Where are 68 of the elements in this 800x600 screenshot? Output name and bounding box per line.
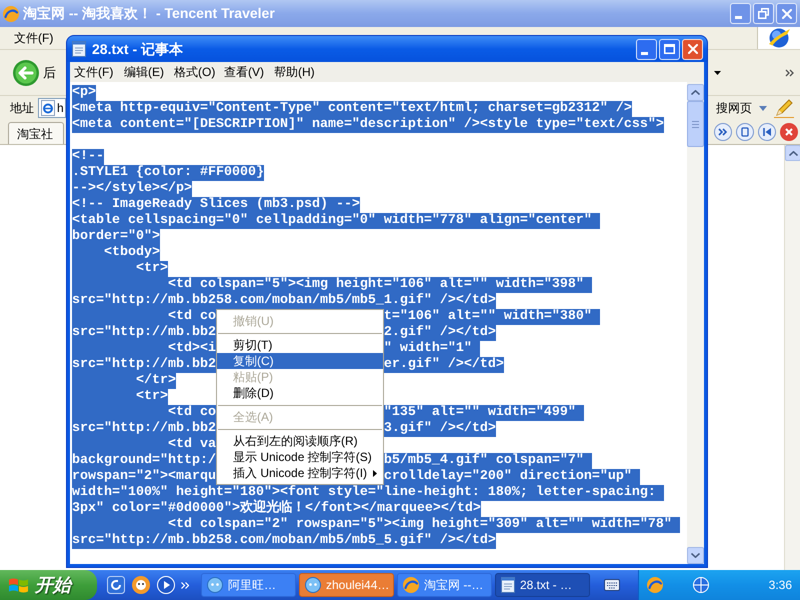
close-icon bbox=[782, 8, 792, 18]
taskbar-button[interactable]: 28.txt - … bbox=[495, 573, 590, 597]
close-button[interactable] bbox=[682, 38, 703, 60]
maximize-button[interactable] bbox=[659, 38, 680, 60]
chevron-up-icon bbox=[691, 90, 700, 95]
tab[interactable]: 淘宝社 bbox=[8, 122, 64, 144]
page-icon bbox=[40, 100, 56, 116]
swirl-logo-icon bbox=[3, 6, 19, 22]
swirl-logo-icon[interactable] bbox=[647, 577, 663, 593]
window-title: 淘宝网 -- 淘我喜欢！ - Tencent Traveler bbox=[23, 4, 275, 23]
window-title: 28.txt - 记事本 bbox=[92, 40, 184, 58]
close-button[interactable] bbox=[776, 3, 797, 24]
menu-item[interactable]: 编辑(E) bbox=[122, 63, 172, 81]
scroll-down-button[interactable] bbox=[687, 547, 704, 564]
taskbar-button[interactable]: 阿里旺… bbox=[201, 573, 296, 597]
vertical-scrollbar[interactable] bbox=[687, 82, 704, 564]
restore-icon bbox=[758, 8, 769, 19]
address-label: 地址 bbox=[10, 100, 34, 117]
triangle-down-icon[interactable] bbox=[714, 70, 721, 74]
search-engine-button[interactable]: 搜网页 bbox=[716, 99, 752, 117]
grip-icon bbox=[692, 120, 699, 128]
back-arrow-icon bbox=[13, 60, 39, 86]
menu-item[interactable]: 插入 Unicode 控制字符(I) bbox=[217, 465, 383, 481]
face-icon bbox=[305, 577, 321, 593]
menu-item[interactable]: 剪切(T) bbox=[217, 337, 383, 353]
chevrons-right-icon[interactable] bbox=[785, 68, 794, 76]
windows-logo-icon bbox=[9, 576, 28, 594]
close-icon[interactable] bbox=[780, 123, 798, 141]
vertical-scrollbar[interactable] bbox=[784, 145, 800, 570]
pencil-icon[interactable] bbox=[774, 98, 794, 118]
triangle-right-icon bbox=[373, 470, 377, 476]
maximize-icon bbox=[664, 44, 675, 54]
globe-icon[interactable] bbox=[693, 577, 709, 593]
minimize-icon bbox=[641, 52, 648, 54]
minimize-icon bbox=[735, 16, 742, 19]
keyboard-icon[interactable] bbox=[604, 579, 620, 591]
face-icon[interactable] bbox=[132, 576, 150, 594]
swirl-logo-icon bbox=[403, 577, 419, 593]
skip-back-icon[interactable] bbox=[758, 123, 776, 141]
back-button[interactable]: 后 bbox=[13, 60, 56, 86]
minimize-button[interactable] bbox=[636, 38, 657, 60]
minimize-button[interactable] bbox=[730, 3, 751, 24]
document-icon[interactable] bbox=[736, 123, 754, 141]
chevron-down-icon bbox=[691, 553, 700, 558]
play-icon[interactable] bbox=[157, 576, 175, 594]
notepad-icon bbox=[501, 577, 515, 593]
double-chevron-icon[interactable] bbox=[714, 123, 732, 141]
restore-button[interactable] bbox=[753, 3, 774, 24]
menu-item[interactable]: 文件(F) bbox=[72, 63, 122, 81]
scroll-up-button[interactable] bbox=[785, 145, 800, 161]
clock: 3:36 bbox=[768, 577, 792, 594]
address-field[interactable]: h bbox=[38, 98, 66, 118]
menu-item[interactable]: 显示 Unicode 控制字符(S) bbox=[217, 449, 383, 465]
notepad-icon bbox=[72, 41, 86, 57]
menu-item[interactable]: 文件(F) bbox=[8, 27, 60, 49]
chevron-up-icon bbox=[788, 150, 798, 156]
menu-item[interactable]: 帮助(H) bbox=[272, 63, 322, 81]
menu-item[interactable]: 格式(O) bbox=[172, 63, 222, 81]
globe-logo-icon bbox=[768, 27, 790, 49]
face-icon bbox=[207, 577, 223, 593]
menu-item[interactable]: 删除(D) bbox=[217, 385, 383, 401]
menu-item[interactable]: 查看(V) bbox=[222, 63, 272, 81]
taskbar-button[interactable]: 淘宝网 --… bbox=[397, 573, 492, 597]
menu-item[interactable]: 复制(C) bbox=[217, 353, 383, 369]
scroll-up-button[interactable] bbox=[687, 84, 704, 101]
close-icon bbox=[688, 44, 698, 54]
scrollbar-thumb[interactable] bbox=[687, 101, 704, 147]
menu-item[interactable]: 从右到左的阅读顺序(R) bbox=[217, 433, 383, 449]
